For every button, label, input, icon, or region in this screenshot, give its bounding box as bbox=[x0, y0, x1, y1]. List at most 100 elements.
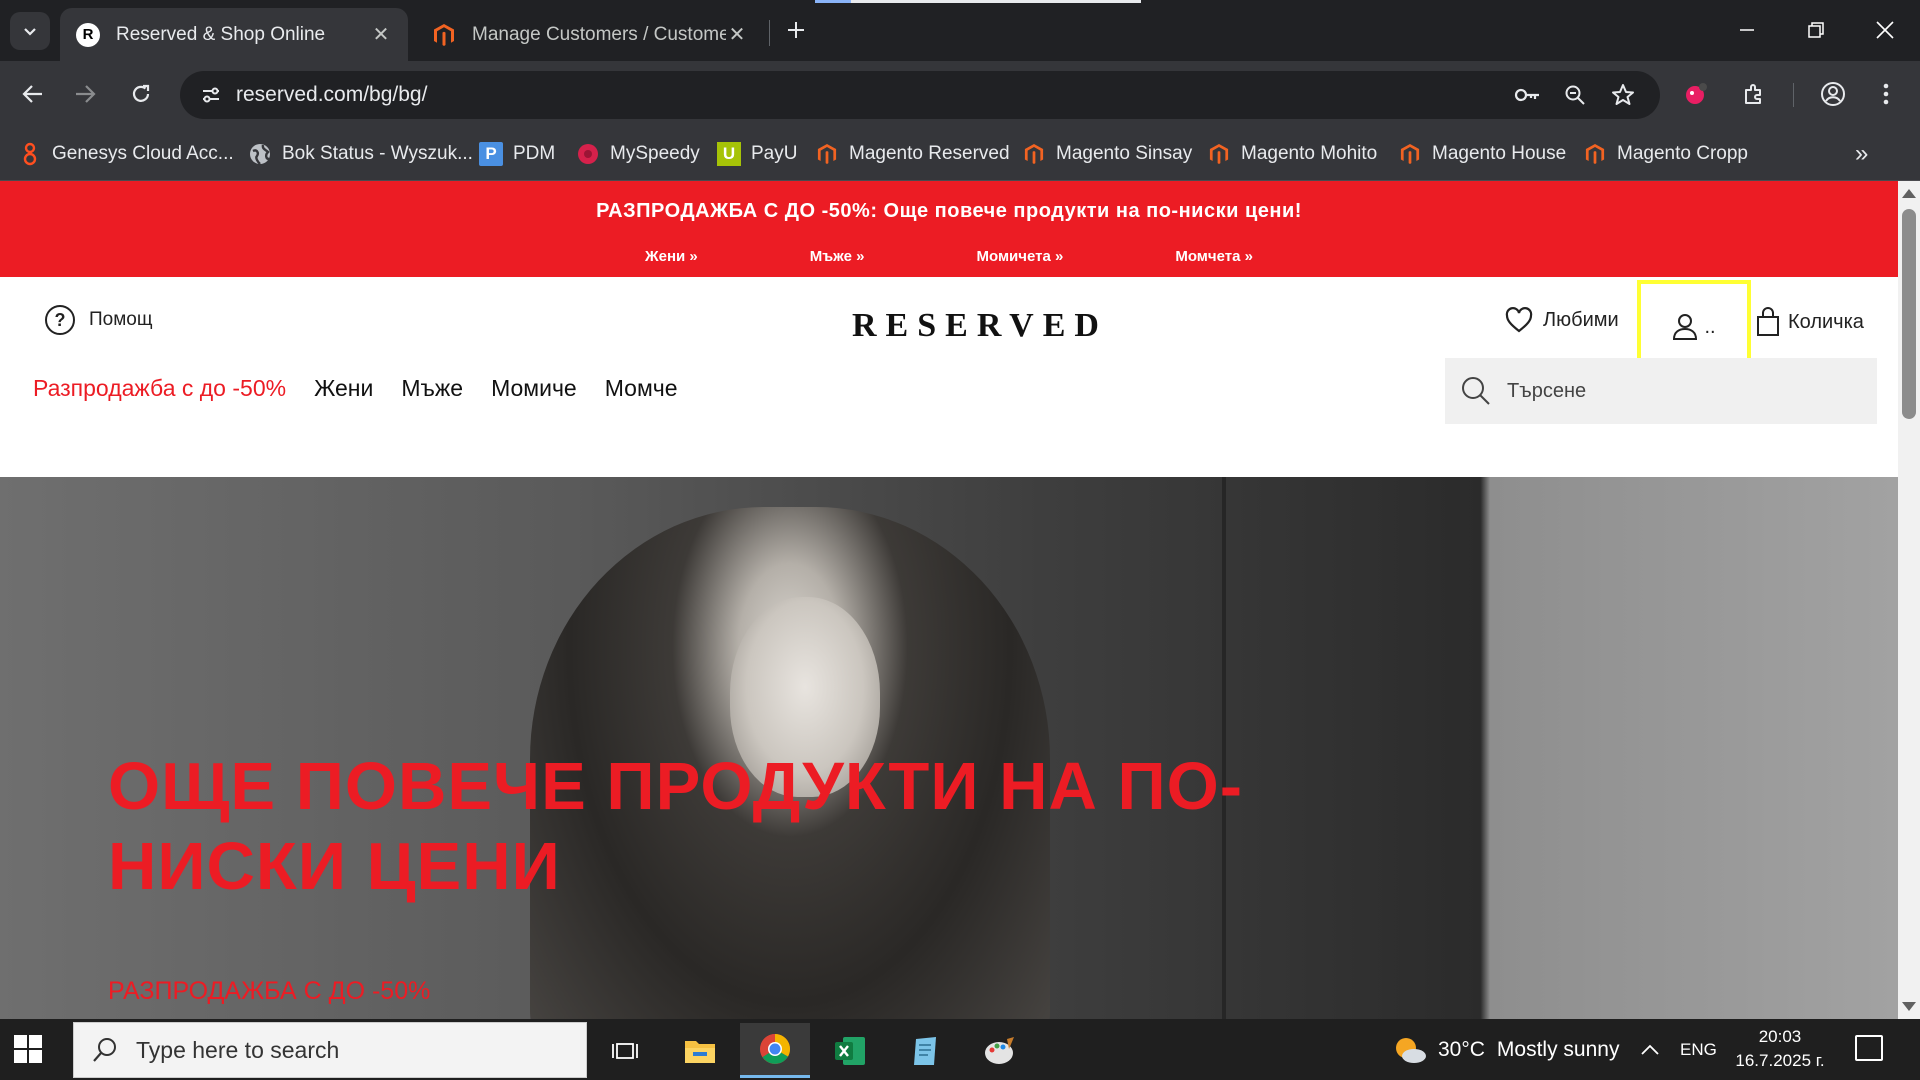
account-label: .. bbox=[1704, 315, 1716, 338]
arrow-left-icon bbox=[22, 85, 42, 103]
promo-banner[interactable]: РАЗПРОДАЖБА С ДО -50%: Още повече продук… bbox=[0, 181, 1898, 277]
new-tab-button[interactable] bbox=[780, 14, 812, 46]
bookmark-star-icon[interactable] bbox=[1608, 80, 1638, 110]
page-scrollbar[interactable] bbox=[1898, 181, 1920, 1019]
favorites-label: Любими bbox=[1543, 308, 1619, 331]
tab-strip: R Reserved & Shop Online ✕ Manage Custom… bbox=[0, 0, 1920, 61]
reload-icon bbox=[132, 84, 150, 102]
menu-kebab-icon[interactable] bbox=[1868, 76, 1904, 112]
input-language[interactable]: ENG bbox=[1680, 1019, 1717, 1080]
search-placeholder: Търсене bbox=[1507, 379, 1587, 402]
browser-toolbar: reserved.com/bg/bg/ bbox=[0, 61, 1920, 127]
help-link[interactable]: ? Помощ bbox=[45, 305, 153, 335]
arrow-right-icon bbox=[76, 85, 96, 103]
magento-icon bbox=[815, 142, 839, 166]
system-clock[interactable]: 20:03 16.7.2025 г. bbox=[1730, 1025, 1830, 1073]
bookmark-magento-cropp[interactable]: Magento Cropp bbox=[1583, 139, 1748, 169]
promo-link-girls[interactable]: Момичета » bbox=[918, 248, 1063, 265]
bookmark-magento-mohito[interactable]: Magento Mohito bbox=[1207, 139, 1377, 169]
password-key-icon[interactable] bbox=[1512, 80, 1542, 110]
zoom-icon[interactable] bbox=[1560, 80, 1590, 110]
reload-button[interactable] bbox=[122, 75, 160, 113]
tab-search-button[interactable] bbox=[10, 12, 50, 50]
chrome-taskbar-icon[interactable] bbox=[740, 1023, 810, 1078]
search-icon bbox=[93, 1038, 116, 1062]
file-explorer-icon[interactable] bbox=[665, 1023, 735, 1078]
magento-favicon-icon bbox=[432, 23, 456, 47]
pdm-icon: P bbox=[479, 142, 503, 166]
nav-girl[interactable]: Момиче bbox=[491, 375, 577, 402]
web-page: РАЗПРОДАЖБА С ДО -50%: Още повече продук… bbox=[0, 181, 1898, 1019]
taskbar-search-input[interactable]: Type here to search bbox=[73, 1022, 587, 1078]
genesys-icon bbox=[18, 142, 42, 166]
scrollbar-thumb[interactable] bbox=[1902, 209, 1916, 419]
help-label: Помощ bbox=[89, 309, 153, 330]
address-bar[interactable]: reserved.com/bg/bg/ bbox=[180, 71, 1660, 119]
task-view-icon[interactable] bbox=[590, 1023, 660, 1078]
hero-subtitle: РАЗПРОДАЖБА С ДО -50% bbox=[108, 977, 431, 1005]
paint-icon[interactable] bbox=[965, 1023, 1035, 1078]
restore-icon bbox=[1808, 22, 1824, 38]
promo-headline: РАЗПРОДАЖБА С ДО -50%: Още повече продук… bbox=[596, 200, 1302, 222]
profile-icon[interactable] bbox=[1815, 76, 1851, 112]
windows-start-icon[interactable] bbox=[14, 1035, 42, 1063]
plus-icon bbox=[788, 22, 804, 38]
promo-link-boys[interactable]: Момчета » bbox=[1117, 248, 1253, 265]
bookmark-myspeedy[interactable]: MySpeedy bbox=[576, 139, 700, 169]
payu-icon: U bbox=[717, 142, 741, 166]
magento-icon bbox=[1398, 142, 1422, 166]
minimize-icon bbox=[1740, 29, 1754, 31]
show-hidden-icons-chevron-icon[interactable] bbox=[1640, 1019, 1660, 1080]
close-tab-icon[interactable]: ✕ bbox=[370, 22, 392, 47]
weather-widget[interactable]: 30°C Mostly sunny bbox=[1392, 1019, 1619, 1080]
notifications-icon[interactable] bbox=[1855, 1035, 1883, 1061]
bookmark-magento-reserved[interactable]: Magento Reserved bbox=[815, 139, 1010, 169]
cart-label: Количка bbox=[1788, 310, 1864, 333]
windows-taskbar: Type here to search 30°C Mostly sunny EN… bbox=[0, 1019, 1920, 1080]
promo-link-men[interactable]: Мъже » bbox=[752, 248, 865, 265]
extensions-puzzle-icon[interactable] bbox=[1736, 76, 1772, 112]
chevron-down-icon bbox=[24, 28, 36, 36]
promo-link-women[interactable]: Жени » bbox=[645, 248, 698, 265]
bookmark-bok-status[interactable]: Bok Status - Wyszuk... bbox=[248, 139, 473, 169]
tab-manage-customers[interactable]: Manage Customers / Customer ✕ bbox=[416, 8, 764, 61]
more-bookmarks-chevron-icon[interactable]: » bbox=[1855, 139, 1868, 169]
myspeedy-icon bbox=[576, 142, 600, 166]
minimize-button[interactable] bbox=[1717, 10, 1777, 50]
bookmark-genesys[interactable]: Genesys Cloud Acc... bbox=[18, 139, 234, 169]
nav-sale[interactable]: Разпродажба с до -50% bbox=[33, 375, 286, 402]
scroll-up-arrow-icon[interactable] bbox=[1902, 189, 1916, 198]
excel-icon[interactable] bbox=[815, 1023, 885, 1078]
site-info-icon[interactable] bbox=[196, 80, 226, 110]
nav-women[interactable]: Жени bbox=[314, 375, 373, 402]
forward-button[interactable] bbox=[66, 75, 104, 113]
restore-button[interactable] bbox=[1786, 10, 1846, 50]
favorites-link[interactable]: Любими bbox=[1505, 307, 1619, 333]
notepad-icon[interactable] bbox=[890, 1023, 960, 1078]
extension-icon[interactable] bbox=[1678, 76, 1714, 112]
bookmark-magento-house[interactable]: Magento House bbox=[1398, 139, 1566, 169]
promo-links: Жени » Мъже » Момичета » Момчета » bbox=[0, 248, 1898, 265]
shopping-bag-icon bbox=[1757, 307, 1779, 336]
user-icon bbox=[1673, 314, 1698, 340]
close-tab-icon[interactable]: ✕ bbox=[726, 22, 748, 47]
tab-title: Reserved & Shop Online bbox=[116, 23, 326, 45]
tab-reserved[interactable]: R Reserved & Shop Online ✕ bbox=[60, 8, 408, 61]
bookmark-payu[interactable]: U PayU bbox=[717, 139, 797, 169]
nav-boy[interactable]: Момче bbox=[605, 375, 678, 402]
reserved-logo[interactable]: RESERVED bbox=[852, 307, 1108, 345]
help-question-icon: ? bbox=[45, 305, 75, 335]
bookmark-pdm[interactable]: P PDM bbox=[479, 139, 555, 169]
hero-title: ОЩЕ ПОВЕЧЕ ПРОДУКТИ НА ПО-НИСКИ ЦЕНИ bbox=[108, 749, 1244, 904]
cart-link[interactable]: Количка bbox=[1756, 307, 1864, 337]
url-text: reserved.com/bg/bg/ bbox=[236, 83, 428, 106]
close-window-button[interactable] bbox=[1855, 10, 1915, 50]
heart-icon bbox=[1505, 307, 1533, 333]
scroll-down-arrow-icon[interactable] bbox=[1902, 1002, 1916, 1011]
back-button[interactable] bbox=[14, 75, 52, 113]
nav-men[interactable]: Мъже bbox=[401, 375, 463, 402]
hero-banner[interactable]: ОЩЕ ПОВЕЧЕ ПРОДУКТИ НА ПО-НИСКИ ЦЕНИ РАЗ… bbox=[0, 477, 1898, 1019]
tab-title: Manage Customers / Customer bbox=[472, 23, 726, 45]
search-input[interactable]: Търсене bbox=[1445, 358, 1877, 424]
bookmark-magento-sinsay[interactable]: Magento Sinsay bbox=[1022, 139, 1192, 169]
